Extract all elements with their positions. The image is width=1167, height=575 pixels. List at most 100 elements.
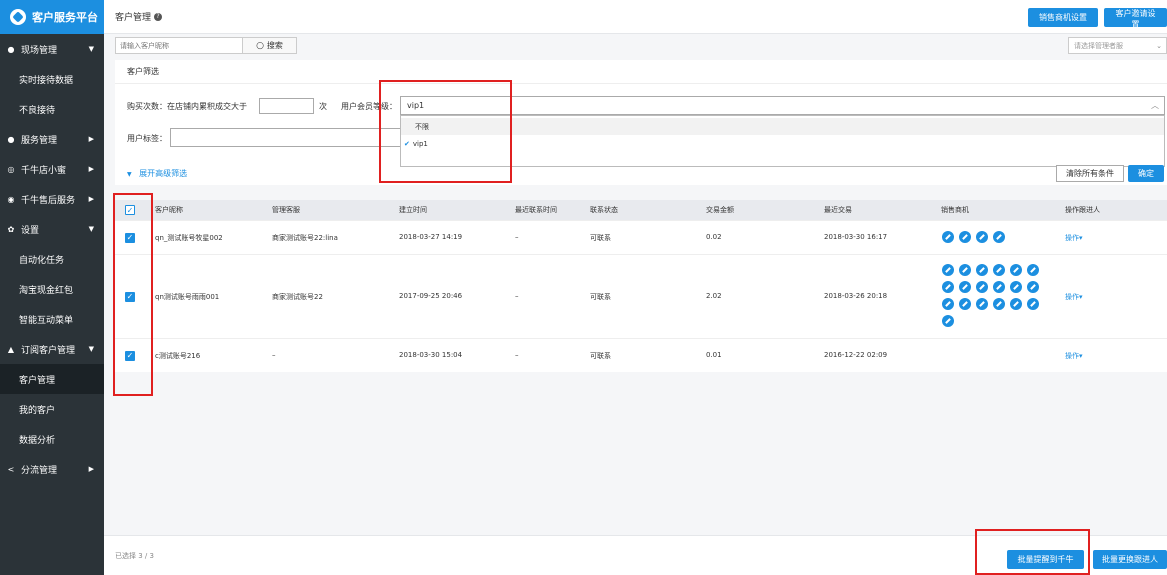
sidebar-subitem-label: 实时接待数据 — [19, 75, 74, 86]
cell-last-contact: – — [515, 292, 519, 300]
customer-invite-settings-button[interactable]: 客户邀请设置 — [1104, 8, 1167, 29]
sidebar-item[interactable]: ✿ 设置 ▼ — [0, 214, 104, 244]
sidebar-subitem-label: 数据分析 — [19, 435, 56, 446]
sidebar-item[interactable]: ● 现场管理 ▼ — [0, 34, 104, 64]
cell-staff: 商家测试账号22:lina — [272, 234, 338, 242]
caret-down-icon: ▼ — [127, 171, 132, 178]
highlight-box-checkboxes — [113, 193, 153, 396]
sidebar-subitem[interactable]: 数据分析 — [0, 424, 104, 454]
help-icon[interactable]: ? — [154, 12, 163, 21]
sales-chance-icon[interactable] — [1027, 264, 1039, 276]
purchase-count-input[interactable] — [259, 98, 314, 114]
page-title: 客户管理 — [115, 13, 152, 23]
batch-change-operator-button[interactable]: 批量更换跟进人 — [1093, 550, 1167, 569]
table-row: ✓ qn测试账号雨雨001 商家测试账号22 2017-09-25 20:46– 可联系… — [115, 254, 1167, 338]
sales-chance-icon[interactable] — [1027, 298, 1039, 310]
user-tag-label: 用户标签： — [127, 134, 167, 143]
sales-chance-icon[interactable] — [993, 281, 1005, 293]
sidebar-subitem-label: 客户管理 — [19, 375, 56, 386]
sales-chance-icon[interactable] — [942, 315, 954, 327]
table-header: ✓ 客户昵称 管理客服 建立时间 最近联系时间 联系状态 交易金额 最近交易 销… — [115, 200, 1167, 220]
filter-title: 客户筛选 — [115, 60, 1167, 84]
sales-chance-icon[interactable] — [959, 231, 971, 243]
option-unlimited[interactable]: 不限 — [401, 118, 1164, 135]
sales-chance-icon[interactable] — [976, 264, 988, 276]
sidebar-item[interactable]: ◉ 千牛售后服务 ▶ — [0, 184, 104, 214]
sales-chance-icon[interactable] — [976, 298, 988, 310]
cell-status: 可联系 — [590, 234, 611, 242]
sidebar-subitem[interactable]: 不良接待 — [0, 94, 104, 124]
member-level-select[interactable]: vip1 ︿ — [400, 96, 1165, 115]
sales-chance-icon[interactable] — [976, 281, 988, 293]
sales-chance-icon[interactable] — [993, 298, 1005, 310]
sales-chance-icon[interactable] — [942, 264, 954, 276]
sales-chance-icon[interactable] — [993, 231, 1005, 243]
cell-last-trade: 2018-03-30 16:17 — [824, 233, 888, 241]
sidebar-subitem[interactable]: 淘宝现金红包 — [0, 274, 104, 304]
row-operation-link[interactable]: 操作▾ — [1065, 351, 1083, 361]
users-icon: ▲ — [7, 344, 15, 354]
row-operation-link[interactable]: 操作▾ — [1065, 292, 1083, 302]
shield-icon: ◉ — [7, 194, 15, 204]
sidebar-item[interactable]: < 分流管理 ▶ — [0, 454, 104, 484]
sidebar-subitem[interactable]: 我的客户 — [0, 394, 104, 424]
sidebar-subitem[interactable]: 自动化任务 — [0, 244, 104, 274]
col-status: 联系状态 — [590, 206, 618, 214]
sales-chance-icon[interactable] — [959, 264, 971, 276]
sidebar-item-label: 订阅客户管理 — [21, 345, 76, 356]
user-tag-input[interactable] — [170, 128, 402, 147]
highlight-box-batch-remind — [975, 529, 1090, 575]
sales-chance-icon[interactable] — [1010, 264, 1022, 276]
confirm-button[interactable]: 确定 — [1128, 165, 1164, 182]
sales-chance-icon[interactable] — [959, 281, 971, 293]
sales-chance-icon[interactable] — [1027, 281, 1039, 293]
cell-amount: 0.02 — [706, 233, 722, 241]
col-amount: 交易金额 — [706, 206, 734, 214]
expand-advanced-filter[interactable]: ▼ 展开高级筛选 — [127, 168, 187, 179]
sales-chance-icon[interactable] — [1010, 298, 1022, 310]
cell-last-contact: – — [515, 351, 519, 359]
manager-select[interactable]: 请选择管理者服 ⌄ — [1068, 37, 1167, 54]
col-last-contact: 最近联系时间 — [515, 206, 557, 214]
sidebar-item[interactable]: ◎ 千牛店小蜜 ▶ — [0, 154, 104, 184]
sales-chance-icon[interactable] — [942, 298, 954, 310]
cell-nickname: qn测试账号雨雨001 — [155, 293, 220, 301]
col-operator: 操作跟进人 — [1065, 206, 1100, 214]
sidebar-item-label: 分流管理 — [21, 465, 58, 476]
search-button[interactable]: ○ 搜索 — [243, 37, 297, 54]
sales-chance-icon[interactable] — [942, 231, 954, 243]
search-input[interactable] — [115, 37, 243, 54]
chevron-up-icon: ︿ — [1151, 101, 1159, 110]
cell-nickname: qn_测试账号牧星002 — [155, 234, 223, 242]
member-level-dropdown: 不限 ✔ vip1 — [400, 115, 1165, 167]
sales-chance-icon[interactable] — [1010, 281, 1022, 293]
brand-header[interactable]: 客户服务平台 — [0, 0, 104, 34]
sidebar-nav: ● 现场管理 ▼ 实时接待数据 不良接待 ● 服务管理 ▶ ◎ 千牛店小蜜 ▶ ◉ 千牛售后服务 ▶ ✿ 设置… — [0, 34, 104, 484]
sidebar-subitem-label: 智能互动菜单 — [19, 315, 74, 326]
clear-all-button[interactable]: 清除所有条件 — [1056, 165, 1124, 182]
sidebar-subitem[interactable]: 客户管理 — [0, 364, 104, 394]
caret-right-icon: ▶ — [88, 195, 94, 203]
sidebar-item[interactable]: ▲ 订阅客户管理 ▼ — [0, 334, 104, 364]
gear-icon: ✿ — [7, 224, 15, 234]
sidebar-item-label: 服务管理 — [21, 135, 58, 146]
sales-chance-icon[interactable] — [993, 264, 1005, 276]
cell-status: 可联系 — [590, 293, 611, 301]
sales-chance-icon[interactable] — [942, 281, 954, 293]
sidebar-item[interactable]: ● 服务管理 ▶ — [0, 124, 104, 154]
cell-last-trade: 2018-03-26 20:18 — [824, 292, 888, 300]
sales-chance-icon[interactable] — [976, 231, 988, 243]
sidebar-subitem[interactable]: 智能互动菜单 — [0, 304, 104, 334]
sales-chance-icon[interactable] — [959, 298, 971, 310]
selected-count: 已选择 3 / 3 — [115, 552, 154, 560]
row-operation-link[interactable]: 操作▾ — [1065, 233, 1083, 243]
option-vip1[interactable]: ✔ vip1 — [401, 135, 1164, 152]
sales-chance-settings-button[interactable]: 销售商机设置 — [1028, 8, 1098, 27]
caret-down-icon: ▼ — [88, 45, 94, 53]
caret-right-icon: ▶ — [88, 135, 94, 143]
cell-amount: 0.01 — [706, 351, 722, 359]
caret-right-icon: ▶ — [88, 465, 94, 473]
sidebar-subitem[interactable]: 实时接待数据 — [0, 64, 104, 94]
sidebar-item-label: 千牛售后服务 — [21, 195, 76, 206]
search-button-label: 搜索 — [266, 41, 283, 50]
